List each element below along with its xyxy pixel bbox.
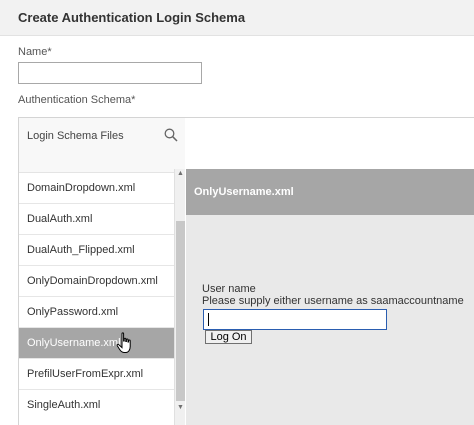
file-list-header: Login Schema Files xyxy=(19,118,185,172)
file-item-label: SingleAuth.xml xyxy=(27,399,101,411)
file-item-domaindropdown[interactable]: DomainDropdown.xml xyxy=(19,173,174,204)
file-item-singleauth[interactable]: SingleAuth.xml xyxy=(19,390,174,421)
name-label: Name* xyxy=(18,46,52,58)
file-list-scrollbar[interactable]: ▲ ▼ xyxy=(174,169,185,425)
preview-title: OnlyUsername.xml xyxy=(194,186,294,198)
file-list-title: Login Schema Files xyxy=(27,130,124,142)
scrollbar-thumb[interactable] xyxy=(176,221,185,401)
scroll-down-arrow-icon[interactable]: ▼ xyxy=(175,403,186,413)
schema-preview: User name Please supply either username … xyxy=(186,215,474,425)
schema-picker: Login Schema Files DomainDropdown.xml Du… xyxy=(18,117,474,425)
file-item-onlydomaindropdown[interactable]: OnlyDomainDropdown.xml xyxy=(19,266,174,297)
dialog-title: Create Authentication Login Schema xyxy=(18,10,246,25)
file-item-onlyusername[interactable]: OnlyUsername.xml xyxy=(19,328,174,359)
preview-username-label: User name xyxy=(202,283,256,295)
file-item-prefiluserfromexpr[interactable]: PrefilUserFromExpr.xml xyxy=(19,359,174,390)
file-item-dualauth-flipped[interactable]: DualAuth_Flipped.xml xyxy=(19,235,174,266)
file-item-label: PrefilUserFromExpr.xml xyxy=(27,368,144,380)
authentication-schema-label: Authentication Schema* xyxy=(18,94,136,106)
search-icon[interactable] xyxy=(164,128,178,142)
file-item-label: DualAuth.xml xyxy=(27,213,93,225)
text-caret xyxy=(208,313,209,326)
scroll-up-arrow-icon[interactable]: ▲ xyxy=(175,169,186,179)
preview-header: OnlyUsername.xml xyxy=(186,169,474,215)
file-item-label: DualAuth_Flipped.xml xyxy=(27,244,135,256)
file-item-label: OnlyPassword.xml xyxy=(27,306,119,318)
file-list: DomainDropdown.xml DualAuth.xml DualAuth… xyxy=(19,172,174,425)
logon-button[interactable]: Log On xyxy=(205,330,252,344)
file-item-label: OnlyDomainDropdown.xml xyxy=(27,275,158,287)
file-item-dualauth[interactable]: DualAuth.xml xyxy=(19,204,174,235)
hand-pointer-icon xyxy=(116,332,131,353)
file-item-label: DomainDropdown.xml xyxy=(27,182,136,194)
file-item-onlypassword[interactable]: OnlyPassword.xml xyxy=(19,297,174,328)
preview-hint-text: Please supply either username as saamacc… xyxy=(202,295,464,307)
preview-username-input[interactable] xyxy=(203,309,387,330)
name-input[interactable] xyxy=(18,62,202,84)
dialog-header: Create Authentication Login Schema xyxy=(0,0,474,36)
file-item-label: OnlyUsername.xml xyxy=(27,337,121,349)
